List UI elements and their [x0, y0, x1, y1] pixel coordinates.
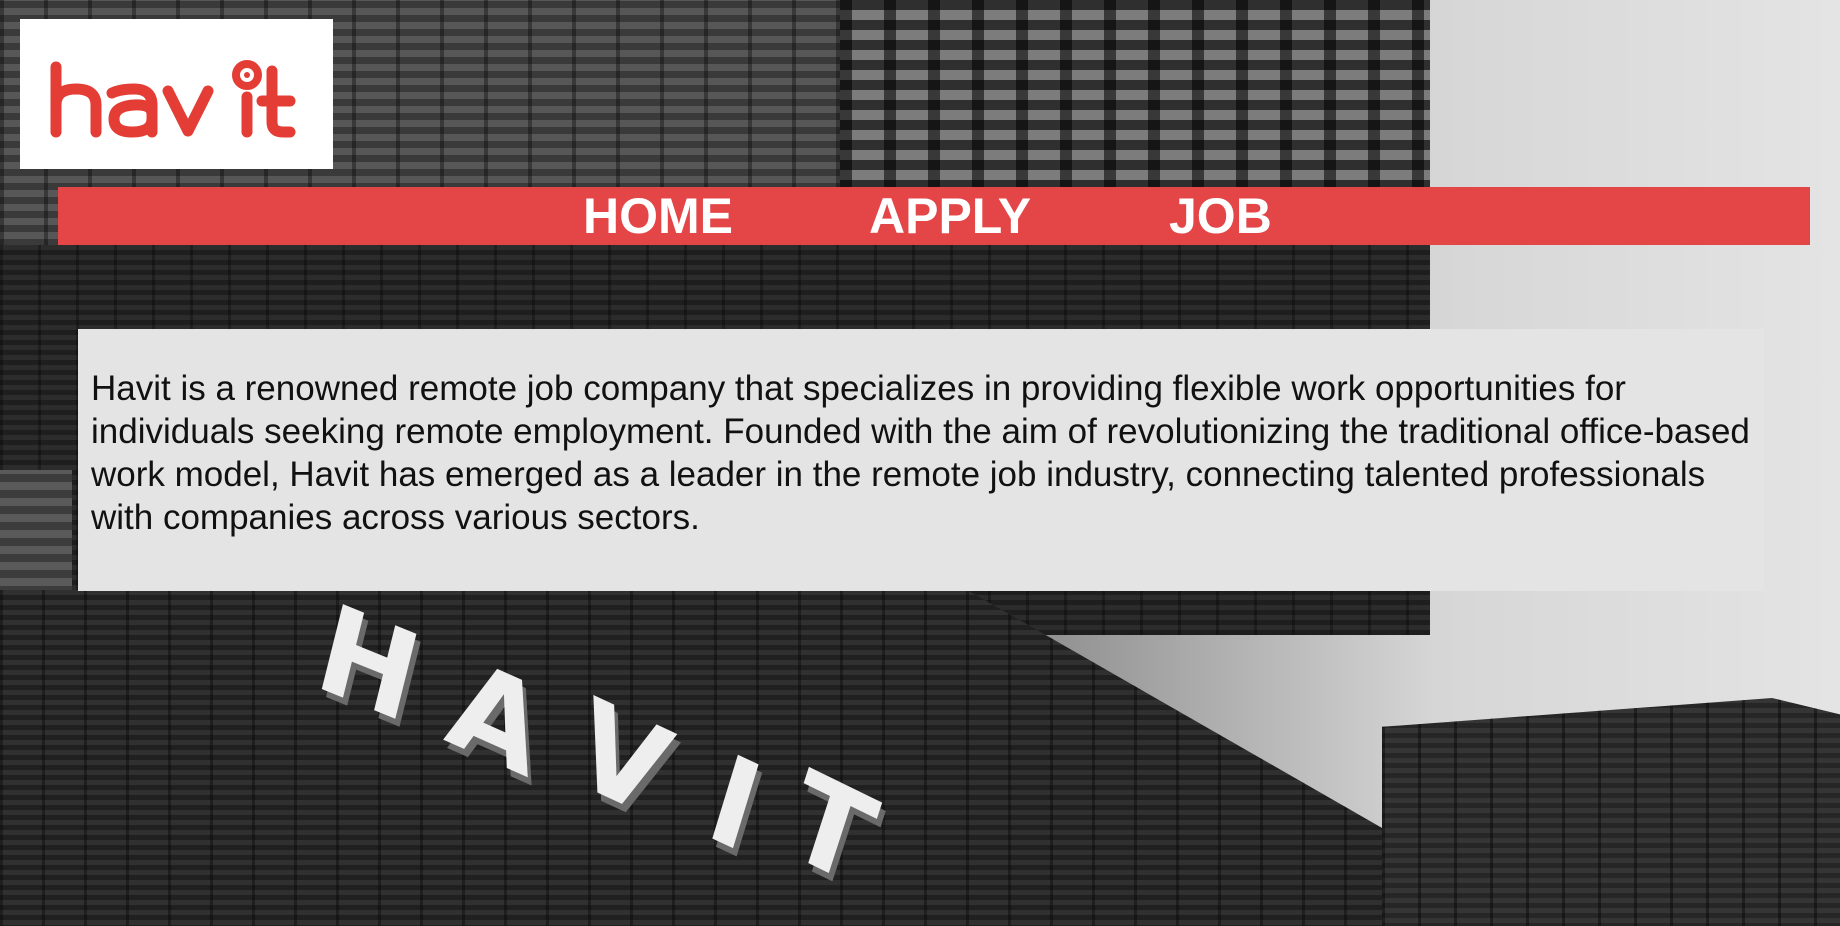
- nav-apply-link[interactable]: APPLY: [869, 187, 1031, 245]
- havit-logo-mark: [50, 60, 296, 138]
- company-description-text: Havit is a renowned remote job company t…: [91, 369, 1750, 537]
- havit-logo[interactable]: [20, 19, 333, 169]
- page: H A V I T HOME APPLY JOB Havit is a reno…: [0, 0, 1840, 926]
- main-nav-bar: HOME APPLY JOB: [58, 187, 1810, 245]
- nav-job-link[interactable]: JOB: [1169, 187, 1272, 245]
- company-description-panel: Havit is a renowned remote job company t…: [78, 329, 1764, 591]
- nav-home-link[interactable]: HOME: [583, 187, 733, 245]
- side-building: [1382, 698, 1840, 926]
